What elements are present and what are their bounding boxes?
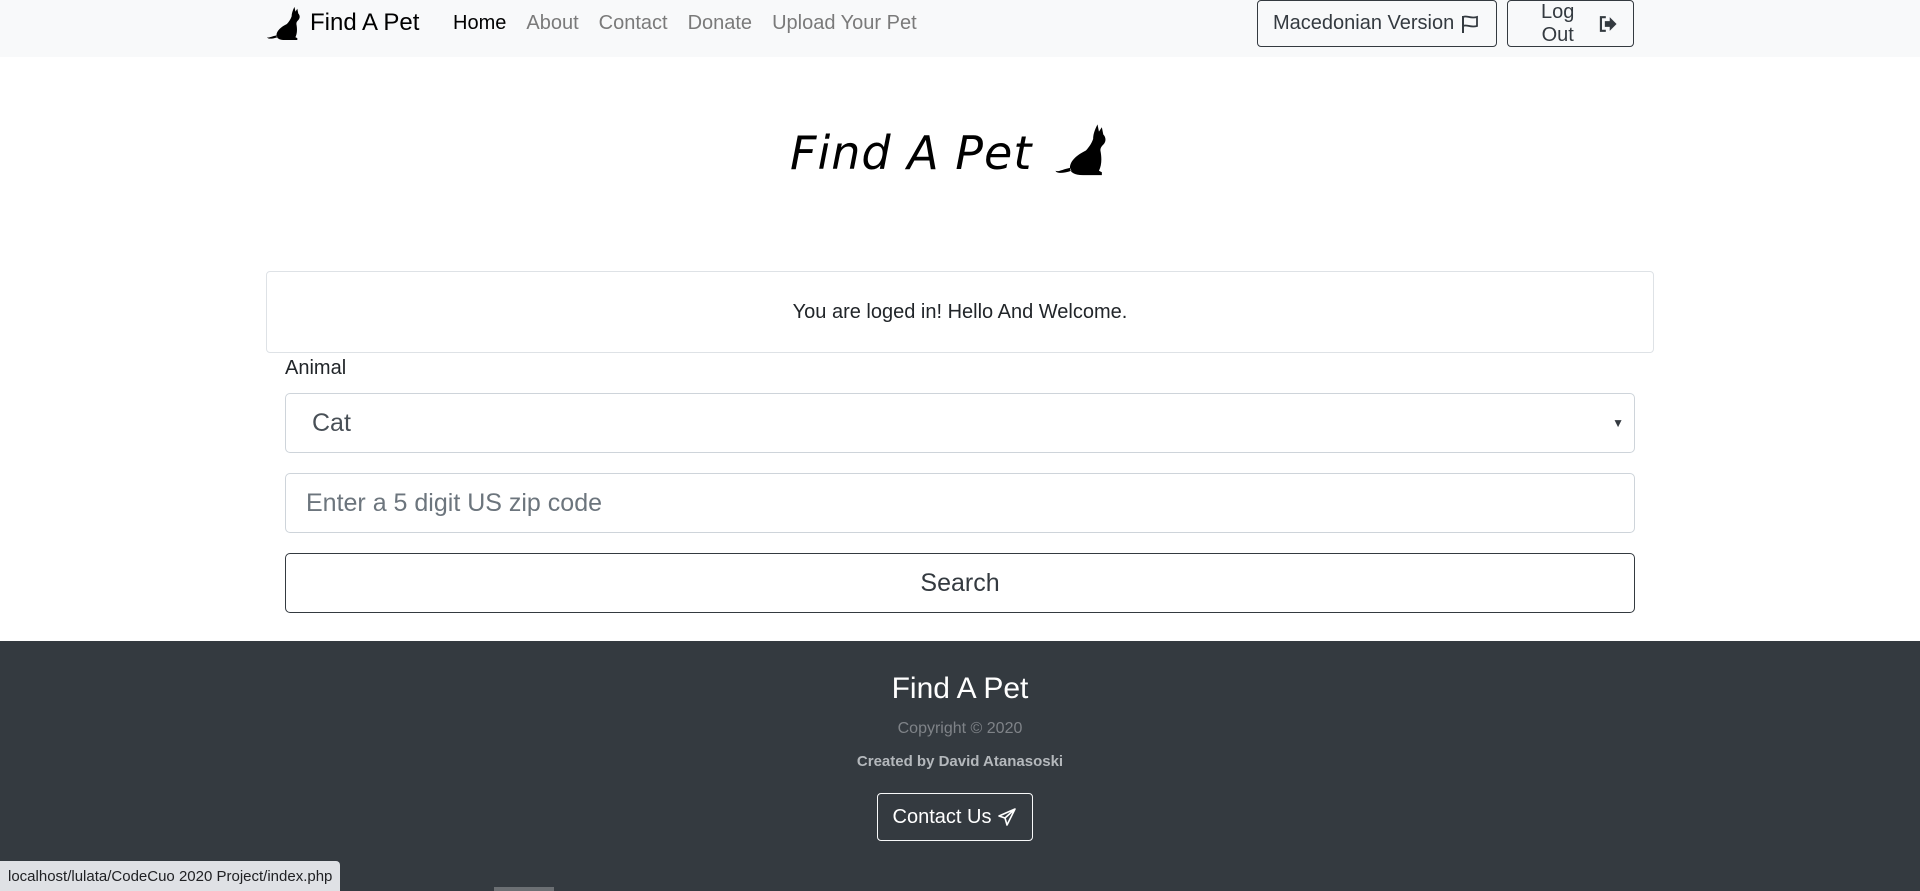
brand-name: Find A Pet bbox=[310, 9, 420, 36]
animal-select-value: Cat bbox=[312, 408, 351, 437]
nav-about[interactable]: About bbox=[526, 11, 578, 35]
logo-text: Find A Pet bbox=[790, 126, 1033, 180]
nav-upload-your-pet[interactable]: Upload Your Pet bbox=[772, 11, 917, 35]
flag-icon bbox=[1462, 15, 1479, 33]
sign-out-icon bbox=[1600, 15, 1618, 32]
nav-contact[interactable]: Contact bbox=[599, 11, 668, 35]
nav-home[interactable]: Home bbox=[453, 11, 506, 35]
brand-link[interactable]: Find A Pet bbox=[266, 5, 419, 41]
logout-button[interactable]: Log Out bbox=[1507, 0, 1634, 47]
horizontal-scrollbar-thumb[interactable] bbox=[494, 887, 554, 891]
navbar: Find A Pet Home About Contact Donate Upl… bbox=[0, 0, 1920, 57]
footer: Find A Pet Copyright © 2020 Created by D… bbox=[0, 641, 1920, 891]
footer-copyright: Copyright © 2020 bbox=[897, 720, 1023, 737]
logout-label: Log Out bbox=[1541, 0, 1575, 46]
browser-status-url: localhost/lulata/CodeCuo 2020 Project/in… bbox=[0, 861, 341, 891]
animal-select[interactable]: Cat ▼ bbox=[285, 393, 1635, 453]
cat-icon bbox=[1055, 124, 1106, 176]
zip-code-input[interactable] bbox=[285, 473, 1635, 533]
footer-created-by: Created by David Atanasoski bbox=[856, 753, 1064, 770]
nav-donate[interactable]: Donate bbox=[688, 11, 753, 35]
animal-label: Animal bbox=[285, 357, 347, 379]
paper-plane-icon bbox=[998, 808, 1017, 826]
contact-us-button[interactable]: Contact Us bbox=[877, 793, 1033, 841]
caret-down-icon: ▼ bbox=[1612, 416, 1624, 430]
welcome-message: You are loged in! Hello And Welcome. bbox=[266, 271, 1654, 353]
contact-us-label: Contact Us bbox=[892, 805, 992, 828]
search-button[interactable]: Search bbox=[285, 553, 1635, 613]
site-logo: Find A Pet bbox=[790, 118, 1112, 180]
macedonian-version-label: Macedonian Version bbox=[1273, 12, 1455, 34]
footer-title: Find A Pet bbox=[891, 672, 1029, 705]
cat-icon bbox=[267, 6, 300, 41]
macedonian-version-button[interactable]: Macedonian Version bbox=[1257, 0, 1497, 47]
nav-menu: Home About Contact Donate Upload Your Pe… bbox=[453, 11, 937, 35]
